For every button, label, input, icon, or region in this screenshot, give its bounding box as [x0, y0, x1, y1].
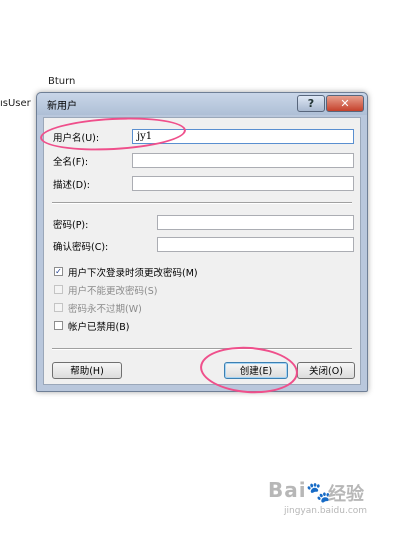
description-label: 描述(D): [53, 180, 90, 191]
watermark-url: jingyan.baidu.com [284, 506, 368, 516]
background-text-bturn: Bturn [48, 76, 76, 87]
confirm-password-field[interactable] [157, 237, 354, 252]
confirm-password-label: 确认密码(C): [53, 242, 109, 253]
password-field[interactable] [157, 215, 354, 230]
description-field[interactable] [132, 176, 354, 191]
cannot-change-password-checkbox[interactable] [54, 285, 63, 294]
title-bar[interactable]: 新用户 ? ✕ [37, 93, 367, 115]
close-button[interactable]: 关闭(O) [297, 362, 355, 379]
must-change-password-label: 用户下次登录时须更改密码(M) [68, 268, 198, 279]
help-button[interactable]: 帮助(H) [52, 362, 122, 379]
cannot-change-password-label: 用户不能更改密码(S) [68, 286, 158, 297]
fullname-field[interactable] [132, 153, 354, 168]
dialog-body: 用户名(U): jy1 全名(F): 描述(D): 密码(P): 确认密码(C)… [43, 117, 361, 385]
dialog-title: 新用户 [47, 101, 77, 112]
close-title-button[interactable]: ✕ [326, 95, 364, 112]
background-text-users: ısUser [0, 98, 31, 109]
must-change-password-checkbox[interactable]: ✓ [54, 267, 63, 276]
account-disabled-checkbox[interactable] [54, 321, 63, 330]
watermark-cn-text: 经验 [328, 484, 364, 505]
account-disabled-label: 帐户已禁用(B) [68, 322, 130, 333]
password-never-expires-checkbox[interactable] [54, 303, 63, 312]
password-never-expires-label: 密码永不过期(W) [68, 304, 142, 315]
password-label: 密码(P): [53, 220, 89, 231]
help-title-button[interactable]: ? [297, 95, 325, 112]
separator [52, 348, 352, 350]
fullname-label: 全名(F): [53, 157, 89, 168]
watermark-logo: Bai 🐾 经验 jingyan.baidu.com [268, 470, 390, 520]
watermark-text: Bai [268, 478, 307, 502]
separator [52, 202, 352, 204]
